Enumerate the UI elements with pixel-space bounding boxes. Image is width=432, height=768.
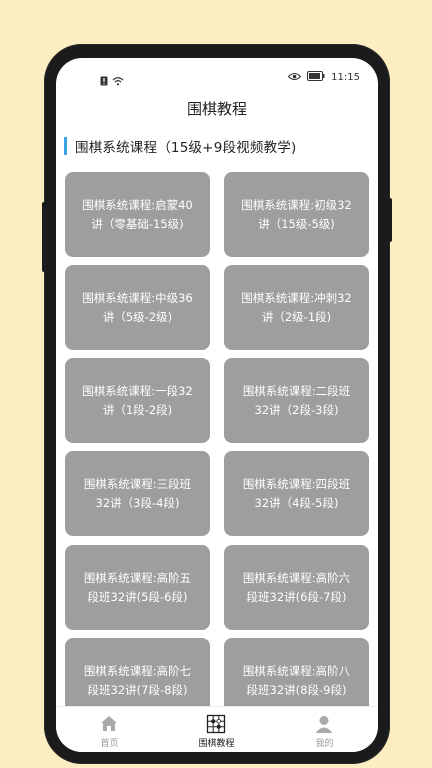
bottom-tab-bar: 首页 围棋教程 我的 — [56, 706, 378, 752]
home-icon — [99, 714, 119, 734]
course-card-label: 围棋系统课程:四段班32讲（4段-5段) — [242, 476, 351, 510]
tab-go-tutorial-label: 围棋教程 — [198, 739, 235, 749]
course-card[interactable]: 围棋系统课程:启蒙40讲（零基础-15级) — [65, 172, 210, 257]
course-card[interactable]: 围棋系统课程:高阶六段班32讲(6段-7段) — [224, 545, 369, 630]
course-card-label: 围棋系统课程:高阶六段班32讲(6段-7段) — [242, 570, 351, 604]
tab-profile-label: 我的 — [315, 739, 334, 749]
course-card[interactable]: 围棋系统课程:冲刺32讲（2级-1段) — [224, 265, 369, 350]
course-card-label: 围棋系统课程:三段班32讲（3段-4段) — [83, 476, 192, 510]
user-icon — [314, 714, 334, 734]
course-card-label: 围棋系统课程:一段32讲（1段-2段) — [82, 383, 193, 417]
course-card-label: 围棋系统课程:初级32讲（15级-5级) — [241, 197, 352, 231]
tab-home-label: 首页 — [100, 739, 119, 749]
course-card[interactable]: 围棋系统课程:高阶五段班32讲(5段-6段) — [65, 545, 210, 630]
volume-button — [388, 198, 392, 242]
course-card[interactable]: 围棋系统课程:一段32讲（1段-2段) — [65, 358, 210, 443]
course-card-label: 围棋系统课程:冲刺32讲（2级-1段) — [241, 290, 352, 324]
course-card-label: 围棋系统课程:二段班32讲（2段-3段) — [242, 383, 351, 417]
tab-profile[interactable]: 我的 — [271, 707, 378, 752]
course-grid: 围棋系统课程:启蒙40讲（零基础-15级) 围棋系统课程:初级32讲（15级-5… — [56, 58, 378, 752]
course-card-label: 围棋系统课程:中级36讲（5级-2级) — [82, 290, 193, 324]
go-board-icon — [206, 714, 226, 734]
course-card-label: 围棋系统课程:高阶七段班32讲(7段-8段) — [83, 663, 192, 697]
course-card-label: 围棋系统课程:高阶八段班32讲(8段-9段) — [242, 663, 351, 697]
tab-go-tutorial[interactable]: 围棋教程 — [163, 707, 270, 752]
course-card[interactable]: 围棋系统课程:初级32讲（15级-5级) — [224, 172, 369, 257]
course-card[interactable]: 围棋系统课程:二段班32讲（2段-3段) — [224, 358, 369, 443]
course-card-label: 围棋系统课程:启蒙40讲（零基础-15级) — [82, 197, 193, 231]
course-card[interactable]: 围棋系统课程:中级36讲（5级-2级) — [65, 265, 210, 350]
tab-home[interactable]: 首页 — [56, 707, 163, 752]
course-card[interactable]: 围棋系统课程:三段班32讲（3段-4段) — [65, 451, 210, 536]
course-card[interactable]: 围棋系统课程:四段班32讲（4段-5段) — [224, 451, 369, 536]
app-screen: 11:15 围棋教程 围棋系统课程（15级+9段视频教学) 围棋系统课程:启蒙4… — [56, 58, 378, 752]
power-button — [42, 202, 46, 272]
course-card-label: 围棋系统课程:高阶五段班32讲(5段-6段) — [83, 570, 192, 604]
